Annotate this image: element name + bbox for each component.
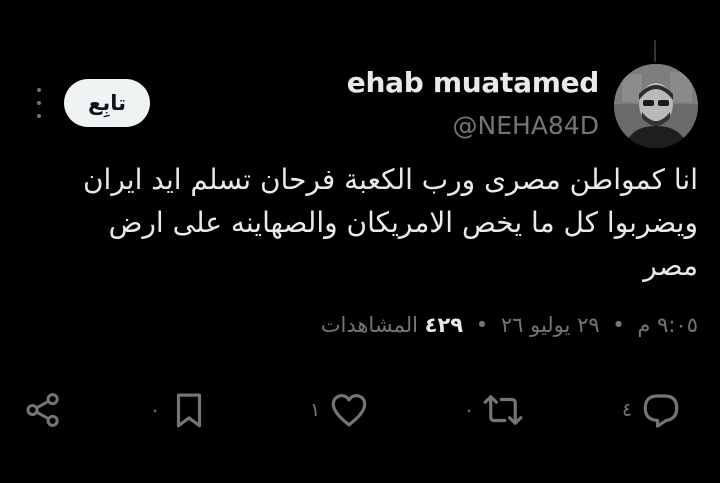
bookmark-count: ٠ <box>150 399 161 421</box>
avatar[interactable] <box>614 64 698 148</box>
author-handle[interactable]: @NEHA84D <box>453 111 599 140</box>
retweet-button[interactable]: ٠ <box>464 388 524 432</box>
avatar-photo-icon <box>614 64 698 148</box>
views-label[interactable]: المشاهدات <box>321 313 418 337</box>
bookmark-icon <box>177 393 202 428</box>
more-icon-dot <box>37 114 41 118</box>
author-display-name[interactable]: ehab muatamed <box>347 66 600 99</box>
separator: • <box>612 313 625 337</box>
tweet-text-line: مصر <box>643 249 698 282</box>
like-count: ١ <box>310 399 321 421</box>
heart-icon <box>331 394 367 427</box>
reply-button[interactable]: ٤ <box>622 388 682 432</box>
retweet-icon <box>483 395 523 425</box>
more-options-button[interactable] <box>28 88 50 118</box>
like-button[interactable]: ١ <box>310 388 370 432</box>
tweet-meta: ٩:٠٥ م • ٢٩ يوليو ٢٦ • ٤٢٩ المشاهدات <box>321 313 698 337</box>
comment-icon <box>643 394 679 428</box>
separator: • <box>475 313 489 337</box>
more-icon-dot <box>37 101 41 105</box>
bookmark-button[interactable]: ٠ <box>150 388 210 432</box>
more-icon <box>37 88 41 92</box>
thread-line <box>654 40 656 62</box>
reply-count: ٤ <box>622 399 633 421</box>
tweet-time[interactable]: ٩:٠٥ م <box>637 313 698 337</box>
tweet-text-line: انا كمواطن مصرى ورب الكعبة فرحان تسلم اي… <box>82 163 698 196</box>
views-count[interactable]: ٤٢٩ <box>425 313 463 337</box>
retweet-count: ٠ <box>464 399 475 421</box>
share-icon <box>26 393 59 427</box>
tweet-text-line: ويضربوا كل ما يخص الامريكان والصهاينه عل… <box>108 206 698 239</box>
tweet-date[interactable]: ٢٩ يوليو ٢٦ <box>501 313 600 337</box>
tweet-text: انا كمواطن مصرى ورب الكعبة فرحان تسلم اي… <box>38 158 698 287</box>
follow-button[interactable]: تابِع <box>64 79 150 127</box>
share-button[interactable] <box>22 388 64 432</box>
